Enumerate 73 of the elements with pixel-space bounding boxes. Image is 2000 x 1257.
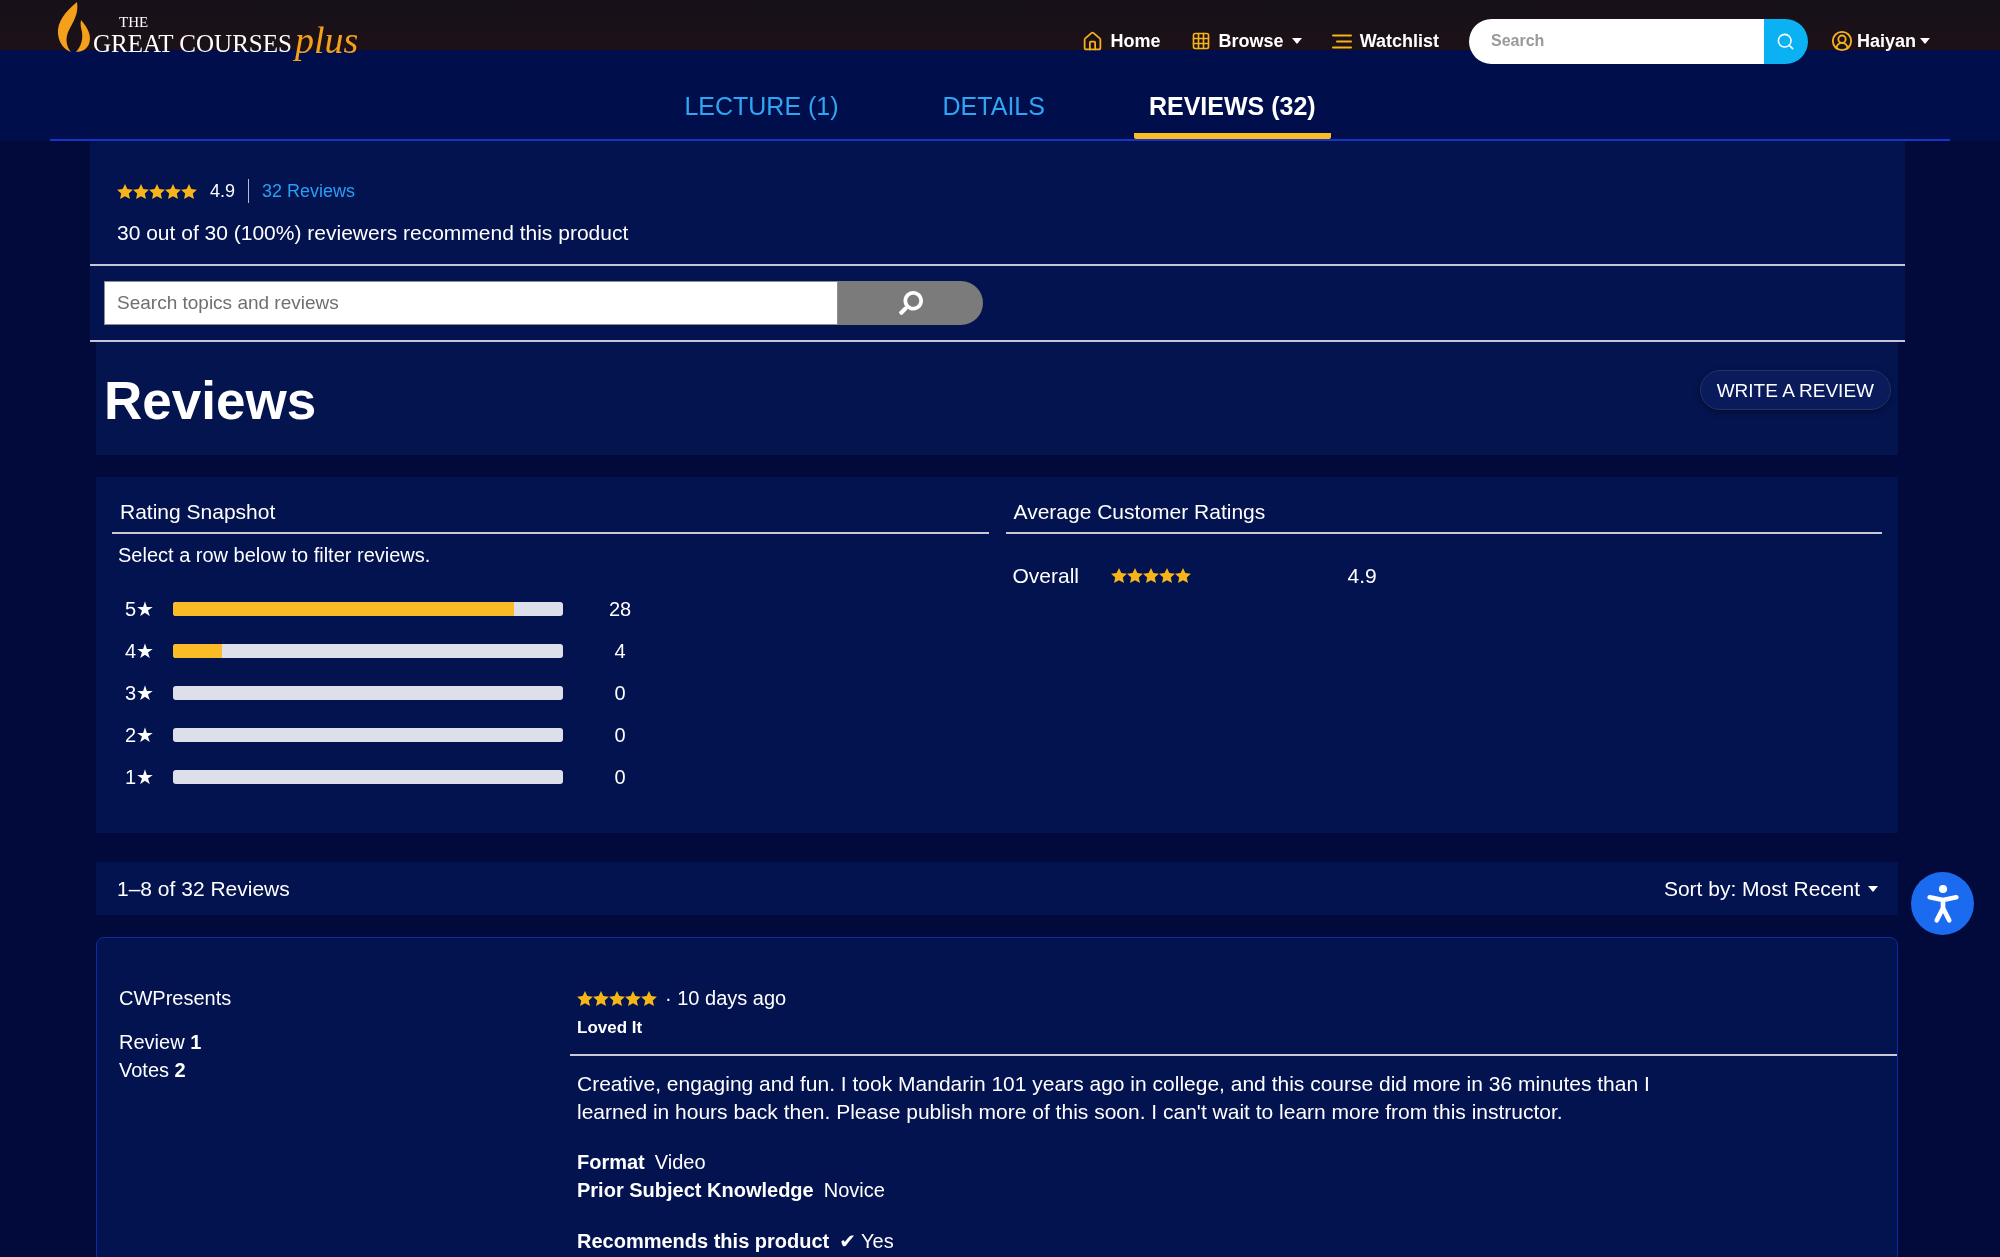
reviewer-name: CWPresents <box>119 986 232 1010</box>
tab[interactable]: LECTURE (1) <box>669 91 854 139</box>
review-count: 0 <box>613 767 627 787</box>
star-icon <box>117 183 133 199</box>
reviewer-stat: Votes 2 <box>119 1058 186 1083</box>
user-icon <box>1830 30 1853 52</box>
review-count: 0 <box>613 683 627 703</box>
tab[interactable]: DETAILS <box>927 91 1060 139</box>
star-level-label: 1★ <box>125 767 156 787</box>
review-date: · 10 days ago <box>665 988 787 1008</box>
search-icon <box>1776 31 1796 51</box>
section-title: Average Customer Ratings <box>1013 499 1266 524</box>
star-icon <box>1110 567 1127 583</box>
star-level-label: 4★ <box>125 641 156 661</box>
detail-label: Recommends this product <box>577 1231 830 1251</box>
recommend-text: 30 out of 30 (100%) reviewers recommend this product <box>117 220 629 246</box>
write-review-button[interactable]: WRITE A REVIEW <box>1699 370 1891 410</box>
search-field[interactable]: Search topics and reviews <box>104 281 838 325</box>
rating-bar-track[interactable] <box>173 644 563 658</box>
star-level-label: 3★ <box>125 683 156 703</box>
detail-value: Video <box>654 1152 706 1172</box>
filter-hint: Select a row below to filter reviews. <box>117 543 431 567</box>
rating-bar-track[interactable] <box>173 686 563 700</box>
nav-link[interactable]: Browse <box>1190 27 1302 55</box>
caret-icon <box>1868 885 1878 892</box>
flame-icon <box>55 2 92 52</box>
review-body: Creative, engaging and fun. I took Mandarin 101 years ago in college, and this course did more in 36 minutes than I learned in hours back then. Please publish more of this soon. I can't wait to learn more from this instructor. <box>577 1071 1651 1125</box>
results-count: 1–8 of 32 Reviews <box>117 878 290 899</box>
search-icon <box>898 291 923 315</box>
rating-bar-track[interactable] <box>173 770 563 784</box>
review-title: Loved It <box>577 1017 643 1039</box>
star-icon <box>165 183 181 199</box>
star-icon <box>133 183 149 199</box>
star-level-label: 5★ <box>125 599 156 619</box>
detail-value: Yes <box>861 1231 894 1251</box>
search-field[interactable]: Search <box>1468 18 1764 64</box>
nav-link[interactable]: Home <box>1081 27 1161 55</box>
nav-link[interactable]: Watchlist <box>1331 27 1439 55</box>
star-level-label: 2★ <box>125 725 156 745</box>
star-icon <box>577 990 593 1006</box>
user-menu-button[interactable]: Haiyan <box>1830 27 1930 55</box>
home-icon <box>1081 30 1103 52</box>
rating-value: 4.9 <box>1347 564 1377 586</box>
review-count: 28 <box>607 599 633 619</box>
search-button[interactable] <box>838 281 983 325</box>
rating-category: Overall <box>1012 564 1081 586</box>
star-icon <box>1142 567 1159 583</box>
accessibility-icon <box>1926 884 1959 923</box>
reviews-link[interactable]: 32 Reviews <box>262 177 356 205</box>
detail-value: Novice <box>823 1180 885 1200</box>
grid-icon <box>1190 31 1211 51</box>
reviews-heading: Reviews <box>104 374 317 427</box>
rating-value: 4.9 <box>210 179 236 203</box>
star-icon <box>1158 567 1175 583</box>
checkmark: ✔ <box>839 1231 857 1251</box>
list-icon <box>1331 33 1352 49</box>
section-title: Rating Snapshot <box>120 499 276 524</box>
rating-bar-track[interactable] <box>173 728 563 742</box>
star-icon <box>641 990 657 1006</box>
star-icon <box>593 990 609 1006</box>
detail-label: Format <box>577 1152 645 1172</box>
sort-dropdown[interactable]: Sort by: Most Recent <box>1663 878 1878 899</box>
search-button[interactable] <box>1763 18 1808 64</box>
detail-label: Prior Subject Knowledge <box>577 1180 814 1200</box>
star-icon <box>1174 567 1191 583</box>
star-icon <box>149 183 165 199</box>
review-count: 0 <box>613 725 627 745</box>
star-icon <box>181 183 197 199</box>
star-icon <box>625 990 641 1006</box>
review-count: 4 <box>613 641 627 661</box>
star-icon <box>609 990 625 1006</box>
star-icon <box>1126 567 1143 583</box>
reviewer-stat: Review 1 <box>119 1030 202 1055</box>
